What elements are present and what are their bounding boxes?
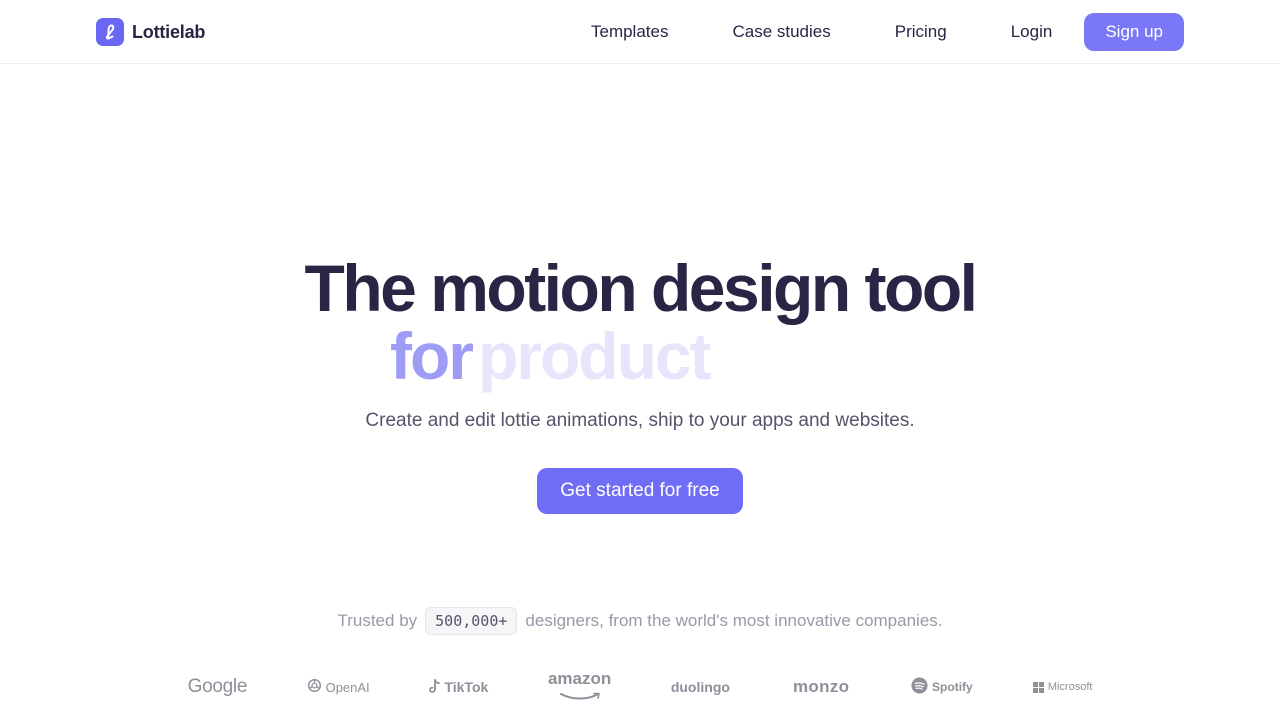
trust-line: Trusted by 500,000+ designers, from the … bbox=[0, 607, 1280, 635]
google-logo-text: Google bbox=[187, 676, 248, 697]
hero-title: The motion design tool bbox=[304, 251, 978, 325]
microsoft-logo: Microsoft bbox=[1002, 681, 1123, 693]
designer-count-badge: 500,000+ bbox=[425, 607, 518, 635]
monzo-logo-text: monzo bbox=[792, 677, 850, 696]
hero-rotator-lead: for bbox=[390, 319, 474, 393]
customer-logos: Google OpenAI TikTok amazon duolingo mon… bbox=[157, 670, 1123, 704]
nav-link-case-studies[interactable]: Case studies bbox=[732, 13, 830, 51]
hero-rotator-word: product bbox=[477, 319, 712, 393]
openai-logo: OpenAI bbox=[278, 678, 399, 696]
trust-prefix: Trusted by bbox=[337, 611, 418, 630]
google-logo: Google bbox=[157, 676, 278, 698]
brand-logo-link[interactable]: Lottielab bbox=[96, 18, 205, 46]
nav-link-login[interactable]: Login bbox=[1011, 13, 1053, 51]
spotify-logo-text: Spotify bbox=[932, 680, 973, 694]
amazon-logo-text: amazon bbox=[547, 669, 612, 688]
microsoft-logo-text: Microsoft bbox=[1047, 681, 1093, 693]
brand-name: Lottielab bbox=[132, 21, 206, 42]
tiktok-logo: TikTok bbox=[399, 678, 520, 696]
lottielab-logo-icon bbox=[96, 18, 124, 46]
nav-links: Templates Case studies Pricing Login Sig… bbox=[591, 13, 1184, 51]
sign-up-button[interactable]: Sign up bbox=[1084, 13, 1184, 51]
tiktok-icon bbox=[429, 678, 441, 696]
top-navbar: Lottielab Templates Case studies Pricing… bbox=[0, 0, 1280, 64]
microsoft-icon bbox=[1032, 681, 1044, 693]
nav-link-pricing[interactable]: Pricing bbox=[895, 13, 947, 51]
openai-logo-text: OpenAI bbox=[325, 679, 370, 695]
get-started-button[interactable]: Get started for free bbox=[537, 468, 743, 514]
amazon-smile-icon bbox=[558, 687, 602, 703]
duolingo-logo-text: duolingo bbox=[670, 679, 730, 695]
openai-icon bbox=[307, 678, 322, 696]
spotify-icon bbox=[911, 677, 928, 697]
nav-link-templates[interactable]: Templates bbox=[591, 13, 668, 51]
monzo-logo: monzo bbox=[761, 677, 882, 697]
hero-rotating-line: forproduct bbox=[390, 318, 712, 394]
amazon-logo: amazon bbox=[519, 669, 640, 703]
trust-suffix: designers, from the world's most innovat… bbox=[525, 611, 943, 630]
hero-subtitle: Create and edit lottie animations, ship … bbox=[365, 410, 915, 431]
duolingo-logo: duolingo bbox=[640, 679, 761, 695]
tiktok-logo-text: TikTok bbox=[444, 679, 489, 695]
spotify-logo: Spotify bbox=[882, 677, 1003, 697]
